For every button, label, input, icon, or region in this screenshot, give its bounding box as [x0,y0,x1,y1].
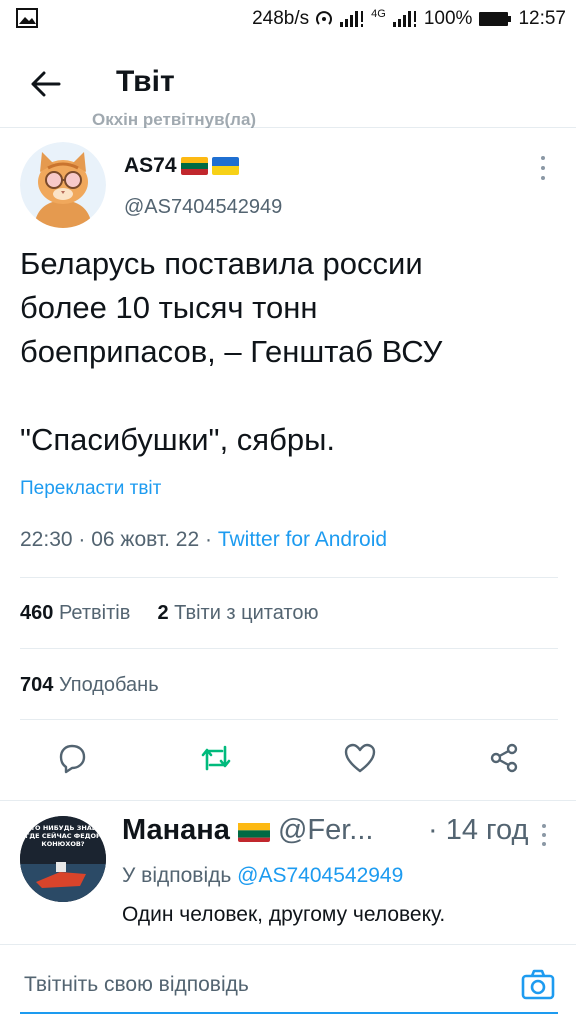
reply-author-name: Манана [122,814,230,846]
retweet-quote-stats: 460 Ретвітів 2 Твіти з цитатою [20,602,318,625]
retweets-stat[interactable]: 460 Ретвітів [20,602,130,624]
page-title: Твіт [116,65,175,98]
status-bar: 248b/s 4G 100% 12:57 [0,0,576,38]
likes-count: 704 [20,674,54,696]
author-avatar[interactable] [20,142,106,228]
author-name-text: AS74 [124,154,177,177]
back-arrow-icon[interactable] [26,66,66,102]
tweet-text: Беларусь поставила россии более 10 тысяч… [20,242,560,462]
likes-label: Уподобань [58,674,159,696]
tweet-text-line: "Спасибушки", сябры. [20,422,335,457]
retweet-note-text: Окхін ретвітнув(ла) [92,110,257,128]
camera-icon[interactable] [520,967,556,1003]
reply-to-label: У відповідь [122,864,232,887]
divider [20,648,558,649]
divider [20,719,558,720]
ukraine-flag-icon [211,157,239,175]
tweet-source-link[interactable]: Twitter for Android [218,528,387,551]
share-icon[interactable] [484,736,524,780]
reply-timestamp: · 14 год [428,814,529,846]
retweets-label: Ретвітів [58,602,131,624]
retweet-note: Окхін ретвітнув(ла) [92,110,256,128]
tweet-text-line [20,374,560,418]
tweet-date: 06 жовт. 22 [91,528,200,551]
reply-author-handle: @Fer... [277,814,374,846]
author-handle[interactable]: @AS7404542949 [124,196,282,219]
like-heart-icon[interactable] [340,736,380,780]
translate-tweet-link[interactable]: Перекласти твіт [20,478,161,500]
hotspot-icon [315,10,333,28]
avatar-caption-line: КТО НИБУДЬ ЗНАЕТ [25,824,101,832]
lithuania-flag-icon [180,157,208,175]
signal-2-icon [392,10,418,28]
avatar-caption-line: ГДЕ СЕЙЧАС ФЕДОР [25,831,101,840]
clock: 12:57 [518,8,566,29]
more-options-icon[interactable] [536,156,550,180]
gallery-notification-icon [16,8,38,34]
tweet-text-line: боеприпасов, – Генштаб ВСУ [20,334,443,369]
top-app-bar: Твіт [0,38,576,128]
reply-to-line: У відповідь @AS7404542949 [122,864,403,888]
network-speed: 248b/s [252,8,310,29]
reply-to-mention[interactable]: @AS7404542949 [237,864,403,887]
divider [0,800,576,801]
network-type: 4G [371,8,386,20]
tweet-text-line: Беларусь поставила россии [20,246,423,281]
composer-underline [20,1012,558,1014]
author-name[interactable]: AS74 [124,154,239,178]
avatar-caption-line: КОНЮХОВ? [41,840,84,848]
quotes-stat[interactable]: 2 Твіти з цитатою [157,602,318,624]
tweet-action-bar [0,736,576,784]
battery-percent: 100% [423,8,473,29]
likes-stats[interactable]: 704 Уподобань [20,674,159,697]
tweet-time: 22:30 [20,528,73,551]
retweets-count: 460 [20,602,54,624]
quotes-count: 2 [157,602,169,624]
reply-more-options-icon[interactable] [539,824,549,846]
retweet-icon[interactable] [196,736,236,780]
reply-icon[interactable] [52,736,92,780]
reply-text: Один человек, другому человеку. [122,903,446,926]
tweet-meta: 22:30 · 06 жовт. 22 · Twitter for Androi… [20,528,388,551]
reply-input[interactable]: Твітніть свою відповідь [24,973,249,997]
divider [20,577,558,578]
battery-icon [478,10,512,28]
tweet-text-line: более 10 тысяч тонн [20,290,318,325]
reply-author-avatar[interactable]: КТО НИБУДЬ ЗНАЕТ ГДЕ СЕЙЧАС ФЕДОР КОНЮХО… [20,816,106,902]
quotes-label: Твіти з цитатою [174,602,319,624]
lithuania-flag-icon [237,820,270,842]
signal-icon [339,10,365,28]
reply-composer: Твітніть свою відповідь [0,945,576,1024]
